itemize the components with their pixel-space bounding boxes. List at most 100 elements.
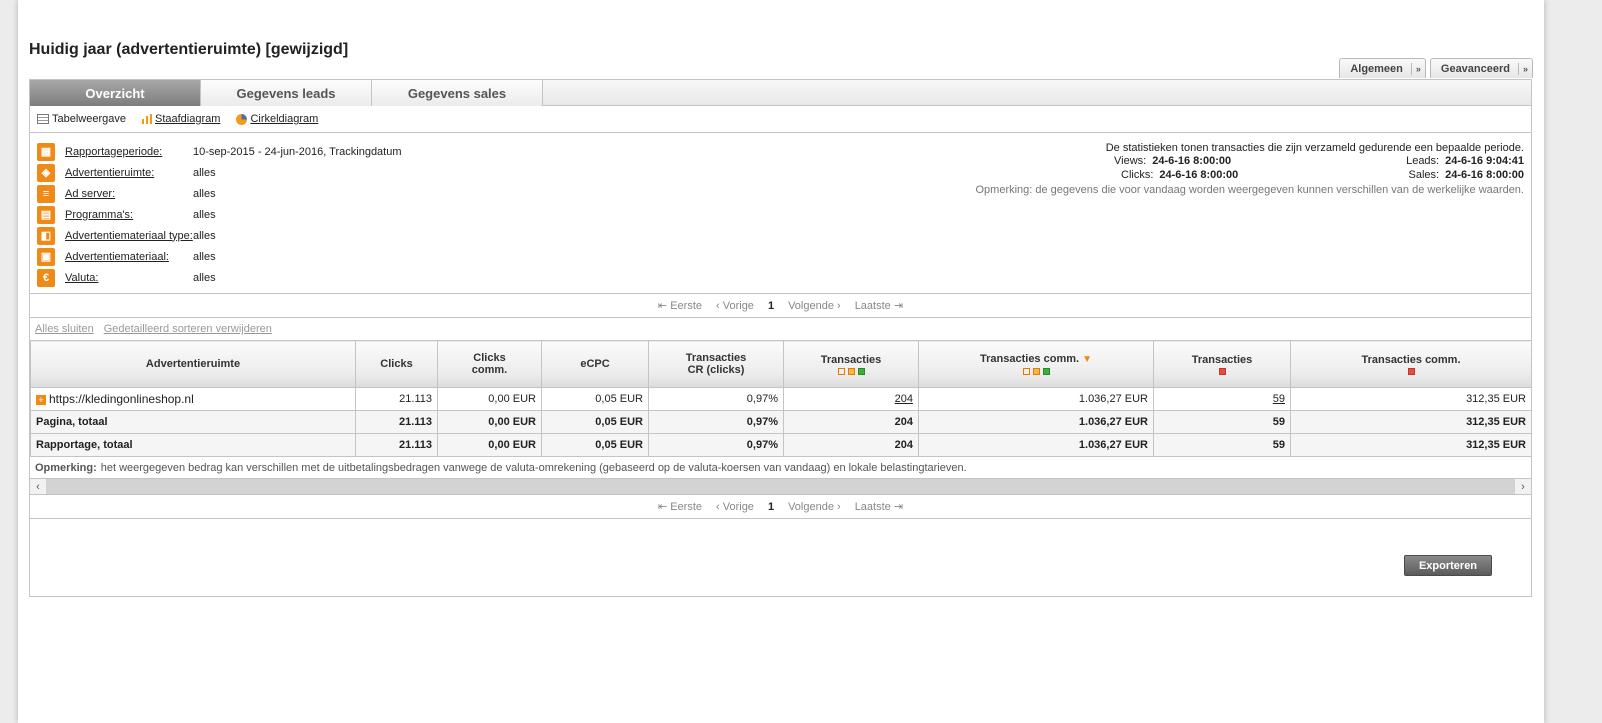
tab-sales-data[interactable]: Gegevens sales: [372, 80, 543, 106]
next-page-link[interactable]: Volgende ›: [788, 501, 841, 513]
pie-chart-link[interactable]: Cirkeldiagram: [236, 113, 318, 125]
col-transactions-comm[interactable]: Transacties comm. ▼: [918, 340, 1154, 388]
filter-list: ▦ Rapportageperiode: 10-sep-2015 - 24-ju…: [37, 141, 402, 288]
filter-label-adspace[interactable]: Advertentieruimte:: [65, 167, 193, 179]
tab-overview[interactable]: Overzicht: [30, 80, 201, 106]
col-transactions-label: Transacties: [820, 353, 882, 366]
prev-page-link[interactable]: ‹ Vorige: [716, 501, 754, 513]
clicks-label: Clicks:: [1121, 169, 1154, 181]
cell-cr: 0,97%: [648, 387, 784, 411]
table-view-option[interactable]: Tabelweergave: [37, 113, 126, 125]
cell-transactions: 204: [783, 387, 919, 411]
table-row: + https://kledingonlineshop.nl 21.113 0,0…: [30, 387, 1532, 411]
advanced-menu-button[interactable]: Geavanceerd »: [1429, 58, 1533, 78]
tab-leads-data[interactable]: Gegevens leads: [201, 80, 372, 106]
cell-transactions-rejected: 59: [1153, 387, 1291, 411]
general-menu-label: Algemeen: [1350, 62, 1403, 75]
filter-value-period: 10-sep-2015 - 24-jun-2016, Trackingdatum: [193, 145, 402, 158]
currency-remark: Opmerking: het weergegeven bedrag kan ve…: [30, 457, 1531, 479]
col-transactions-rejected-label: Transacties: [1191, 353, 1253, 366]
bar-chart-link[interactable]: Staafdiagram: [142, 113, 220, 125]
filter-label-programs[interactable]: Programma's:: [65, 209, 193, 221]
cell-transactions-comm: 1.036,27 EUR: [918, 387, 1154, 411]
cell-adspace: + https://kledingonlineshop.nl: [30, 387, 356, 411]
scroll-left-icon[interactable]: ‹: [30, 479, 46, 494]
remove-sort-link[interactable]: Gedetailleerd sorteren verwijderen: [104, 323, 272, 335]
adspace-icon: ◈: [37, 163, 55, 182]
status-pending-icon: [847, 367, 855, 375]
first-page-link[interactable]: ⇤ Eerste: [658, 299, 702, 312]
col-transactions[interactable]: Transacties: [783, 340, 919, 388]
sales-value: 24-6-16 8:00:00: [1445, 169, 1524, 181]
transactions-rejected-link[interactable]: 59: [1273, 393, 1285, 405]
col-ecpc-label: eCPC: [580, 358, 610, 370]
last-page-link[interactable]: Laatste ⇥: [855, 299, 903, 312]
next-page-link[interactable]: Volgende ›: [788, 300, 841, 312]
col-transactions-comm-rejected-label: Transacties comm.: [1361, 353, 1461, 366]
views-label: Views:: [1114, 155, 1147, 167]
col-adspace-label: Advertentieruimte: [145, 358, 241, 370]
cell-transactions-rejected: 59: [1153, 410, 1291, 434]
cell-cr: 0,97%: [648, 410, 784, 434]
transactions-link[interactable]: 204: [895, 393, 913, 405]
filter-value-adspace: alles: [193, 166, 216, 179]
cell-transactions-comm: 1.036,27 EUR: [918, 433, 1154, 457]
filter-value-currency: alles: [193, 271, 216, 284]
filter-value-adserver: alles: [193, 187, 216, 200]
material-icon: ▣: [37, 247, 55, 266]
filter-value-programs: alles: [193, 208, 216, 221]
last-page-label: Laatste: [854, 300, 891, 312]
col-transactions-rejected[interactable]: Transacties: [1153, 340, 1291, 388]
prev-page-link[interactable]: ‹ Vorige: [716, 300, 754, 312]
col-ecpc[interactable]: eCPC: [541, 340, 649, 388]
status-legend-icons: [1155, 367, 1289, 375]
export-button[interactable]: Exporteren: [1404, 555, 1492, 576]
sales-label: Sales:: [1408, 169, 1440, 181]
tab-bar: Overzicht Gegevens leads Gegevens sales: [30, 80, 1531, 106]
general-menu-button[interactable]: Algemeen »: [1339, 58, 1426, 78]
filter-label-material-type[interactable]: Advertentiemateriaal type:: [65, 230, 193, 242]
col-clicks[interactable]: Clicks: [355, 340, 438, 388]
col-cr[interactable]: Transacties CR (clicks): [648, 340, 784, 388]
close-all-link[interactable]: Alles sluiten: [35, 323, 94, 335]
pie-chart-label: Cirkeldiagram: [250, 113, 319, 125]
double-chevron-down-icon: »: [1410, 62, 1425, 75]
view-switcher: Tabelweergave Staafdiagram Cirkeldiagram: [30, 106, 1531, 133]
scroll-right-icon[interactable]: ›: [1515, 479, 1531, 494]
remark-label: Opmerking:: [35, 461, 97, 474]
status-legend-icons: [1292, 367, 1530, 375]
pagination-top: ⇤ Eerste ‹ Vorige 1 Volgende › Laatste ⇥: [30, 294, 1531, 318]
material-type-icon: ◧: [37, 226, 55, 245]
expand-icon[interactable]: +: [36, 395, 46, 406]
last-page-label: Laatste: [854, 501, 891, 513]
current-page: 1: [767, 299, 775, 312]
prev-page-label: Vorige: [722, 500, 754, 513]
report-panel: Overzicht Gegevens leads Gegevens sales …: [29, 79, 1532, 597]
cell-cr: 0,97%: [648, 433, 784, 457]
col-clicks-comm-label-1: Clicks: [473, 352, 506, 364]
col-cr-label-1: Transacties: [685, 352, 747, 364]
adserver-icon: ≡: [37, 184, 55, 203]
col-adspace[interactable]: Advertentieruimte: [30, 340, 356, 388]
programs-icon: ▤: [37, 205, 55, 224]
col-transactions-comm-rejected[interactable]: Transacties comm.: [1290, 340, 1532, 388]
table-row-report-total: Rapportage, totaal 21.113 0,00 EUR 0,05 …: [30, 433, 1532, 457]
col-clicks-comm-label-2: comm.: [471, 364, 508, 376]
first-page-link[interactable]: ⇤ Eerste: [658, 500, 702, 513]
horizontal-scrollbar[interactable]: ‹ ›: [30, 479, 1531, 495]
status-pending-icon: [1032, 368, 1040, 375]
filter-label-material[interactable]: Advertentiemateriaal:: [65, 251, 193, 263]
col-transactions-comm-label: Transacties comm.: [980, 353, 1080, 365]
table-icon: [37, 114, 49, 124]
status-approved-icon: [1042, 368, 1050, 375]
filter-label-period[interactable]: Rapportageperiode:: [65, 146, 193, 158]
status-open-icon: [1022, 368, 1030, 375]
filter-label-adserver[interactable]: Ad server:: [65, 188, 193, 200]
cell-transactions-rejected: 59: [1153, 433, 1291, 457]
leads-label: Leads:: [1406, 155, 1440, 167]
cell-transactions-comm-rejected: 312,35 EUR: [1290, 433, 1532, 457]
col-clicks-comm[interactable]: Clicks comm.: [437, 340, 542, 388]
double-chevron-down-icon: »: [1518, 62, 1532, 75]
filter-label-currency[interactable]: Valuta:: [65, 272, 193, 284]
last-page-link[interactable]: Laatste ⇥: [855, 500, 903, 513]
